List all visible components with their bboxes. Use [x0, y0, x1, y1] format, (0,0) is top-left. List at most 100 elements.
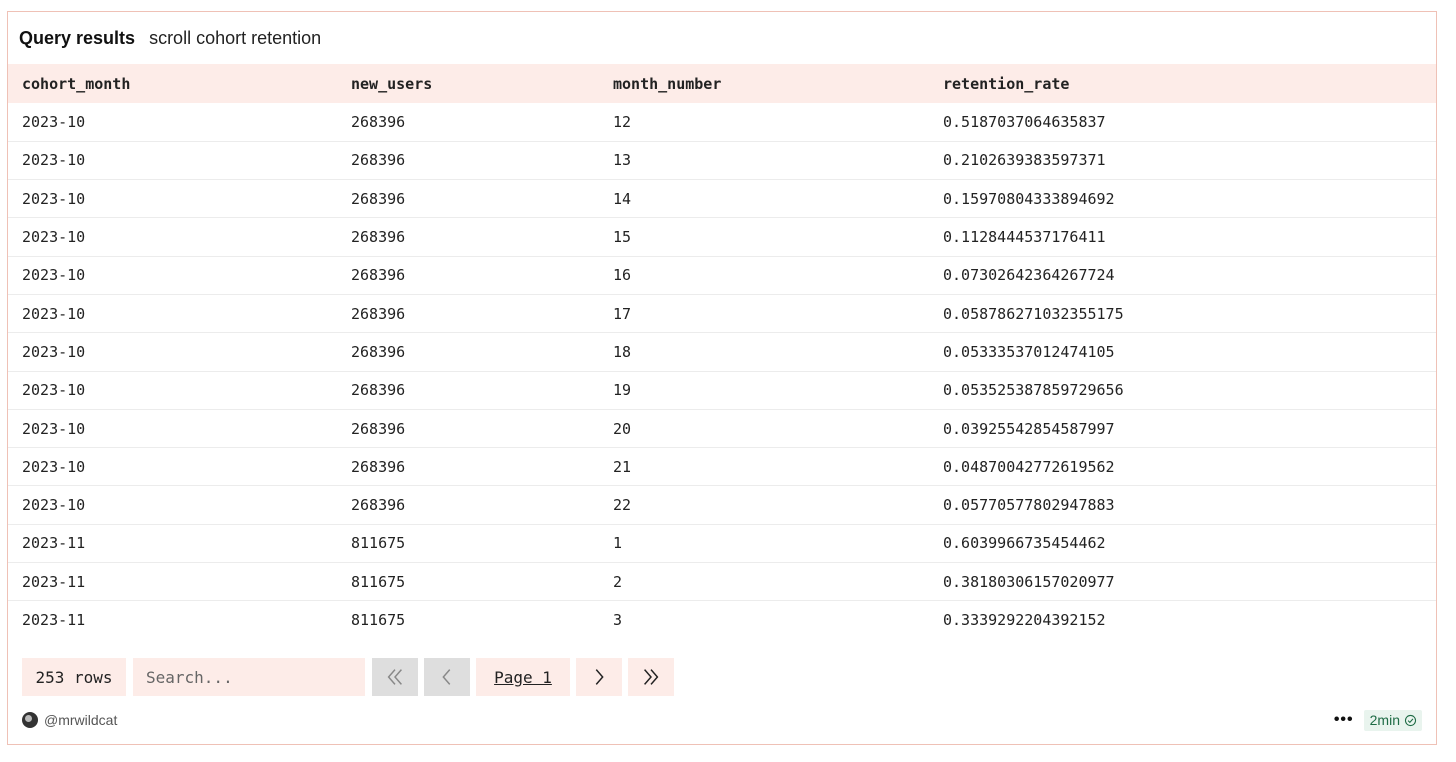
cell-month-number: 13: [613, 151, 632, 170]
footer-actions: ••• 2min: [1334, 709, 1422, 731]
results-table: cohort_month new_users month_number rete…: [8, 64, 1436, 639]
table-row[interactable]: 2023-10 268396 17 0.058786271032355175: [8, 294, 1436, 332]
cell-retention-rate: 0.07302642364267724: [943, 266, 1115, 285]
cell-month-number: 2: [613, 572, 623, 591]
table-header-row: cohort_month new_users month_number rete…: [8, 64, 1436, 103]
cell-month-number: 15: [613, 228, 632, 247]
cell-new-users: 268396: [351, 304, 406, 323]
cell-retention-rate: 0.058786271032355175: [943, 304, 1124, 323]
card-title: Query results: [19, 27, 136, 48]
table-row[interactable]: 2023-11 811675 1 0.6039966735454462: [8, 524, 1436, 562]
card-footer: @mrwildcat ••• 2min: [22, 708, 1422, 732]
table-row[interactable]: 2023-10 268396 15 0.1128444537176411: [8, 217, 1436, 256]
check-circle-icon: [1404, 714, 1417, 726]
pagination-bar: 253 rows Page 1: [22, 658, 674, 696]
table-row[interactable]: 2023-10 268396 13 0.2102639383597371: [8, 141, 1436, 179]
table-row[interactable]: 2023-10 268396 14 0.15970804333894692: [8, 179, 1436, 218]
table-row[interactable]: 2023-10 268396 16 0.07302642364267724: [8, 256, 1436, 294]
cell-retention-rate: 0.05333537012474105: [943, 342, 1115, 361]
author-link[interactable]: @mrwildcat: [22, 712, 117, 728]
cell-cohort-month: 2023-11: [22, 534, 86, 553]
query-results-card: Query results scroll cohort retention co…: [7, 11, 1437, 745]
table-row[interactable]: 2023-10 268396 19 0.053525387859729656: [8, 371, 1436, 409]
cell-retention-rate: 0.04870042772619562: [943, 457, 1115, 476]
cell-new-users: 268396: [351, 419, 406, 438]
column-header-new-users[interactable]: new_users: [337, 64, 599, 103]
column-header-retention-rate[interactable]: retention_rate: [929, 64, 1436, 103]
cell-month-number: 20: [613, 419, 632, 438]
table-row[interactable]: 2023-10 268396 22 0.05770577802947883: [8, 485, 1436, 524]
cell-cohort-month: 2023-10: [22, 457, 86, 476]
cell-retention-rate: 0.6039966735454462: [943, 534, 1106, 553]
cell-cohort-month: 2023-10: [22, 189, 86, 208]
cell-month-number: 14: [613, 189, 632, 208]
cell-retention-rate: 0.05770577802947883: [943, 496, 1115, 515]
cell-retention-rate: 0.15970804333894692: [943, 189, 1115, 208]
run-time-label: 2min: [1369, 712, 1400, 728]
cell-new-users: 268396: [351, 228, 406, 247]
cell-month-number: 22: [613, 496, 632, 515]
cell-cohort-month: 2023-11: [22, 572, 86, 591]
cell-retention-rate: 0.3339292204392152: [943, 611, 1106, 630]
cell-new-users: 811675: [351, 534, 406, 553]
cell-retention-rate: 0.38180306157020977: [943, 572, 1115, 591]
cell-month-number: 21: [613, 457, 632, 476]
cell-retention-rate: 0.1128444537176411: [943, 228, 1106, 247]
table-row[interactable]: 2023-11 811675 3 0.3339292204392152: [8, 600, 1436, 639]
cell-cohort-month: 2023-10: [22, 112, 86, 131]
cell-new-users: 811675: [351, 572, 406, 591]
column-header-month-number[interactable]: month_number: [599, 64, 929, 103]
cell-new-users: 268396: [351, 457, 406, 476]
cell-new-users: 268396: [351, 496, 406, 515]
cell-new-users: 268396: [351, 112, 406, 131]
last-page-button[interactable]: [628, 658, 674, 696]
author-name: @mrwildcat: [44, 712, 118, 728]
page-indicator[interactable]: Page 1: [476, 658, 570, 696]
table-body: 2023-10 268396 12 0.5187037064635837 2023-10…: [8, 103, 1436, 639]
cell-new-users: 268396: [351, 189, 406, 208]
run-time-badge: 2min: [1363, 709, 1422, 731]
cell-month-number: 16: [613, 266, 632, 285]
cell-cohort-month: 2023-10: [22, 496, 86, 515]
previous-page-button[interactable]: [424, 658, 470, 696]
chevron-left-icon: [442, 669, 451, 685]
cell-cohort-month: 2023-10: [22, 419, 86, 438]
double-chevron-left-icon: [387, 669, 402, 685]
cell-retention-rate: 0.5187037064635837: [943, 112, 1106, 131]
table-row[interactable]: 2023-10 268396 12 0.5187037064635837: [8, 103, 1436, 141]
cell-cohort-month: 2023-10: [22, 151, 86, 170]
cell-month-number: 3: [613, 611, 623, 630]
cell-new-users: 268396: [351, 266, 406, 285]
next-page-button[interactable]: [576, 658, 622, 696]
first-page-button[interactable]: [372, 658, 418, 696]
cell-retention-rate: 0.03925542854587997: [943, 419, 1115, 438]
table-row[interactable]: 2023-10 268396 21 0.04870042772619562: [8, 447, 1436, 486]
double-chevron-right-icon: [644, 669, 659, 685]
row-count: 253 rows: [22, 658, 126, 696]
cell-new-users: 268396: [351, 381, 406, 400]
cell-cohort-month: 2023-10: [22, 304, 86, 323]
cell-month-number: 12: [613, 112, 632, 131]
cell-month-number: 19: [613, 381, 632, 400]
cell-cohort-month: 2023-11: [22, 611, 86, 630]
cell-new-users: 268396: [351, 342, 406, 361]
chevron-right-icon: [595, 669, 604, 685]
avatar: [22, 712, 38, 728]
cell-cohort-month: 2023-10: [22, 266, 86, 285]
card-header: Query results scroll cohort retention: [8, 12, 1436, 64]
table-row[interactable]: 2023-10 268396 18 0.05333537012474105: [8, 332, 1436, 371]
cell-month-number: 17: [613, 304, 632, 323]
more-options-icon[interactable]: •••: [1334, 711, 1354, 729]
cell-cohort-month: 2023-10: [22, 228, 86, 247]
column-header-cohort-month[interactable]: cohort_month: [8, 64, 337, 103]
table-row[interactable]: 2023-11 811675 2 0.38180306157020977: [8, 562, 1436, 601]
cell-month-number: 18: [613, 342, 632, 361]
cell-retention-rate: 0.053525387859729656: [943, 381, 1124, 400]
table-row[interactable]: 2023-10 268396 20 0.03925542854587997: [8, 409, 1436, 447]
cell-new-users: 268396: [351, 151, 406, 170]
cell-month-number: 1: [613, 534, 623, 553]
cell-retention-rate: 0.2102639383597371: [943, 151, 1106, 170]
query-name: scroll cohort retention: [149, 27, 322, 48]
search-input[interactable]: [133, 658, 365, 696]
cell-cohort-month: 2023-10: [22, 381, 86, 400]
